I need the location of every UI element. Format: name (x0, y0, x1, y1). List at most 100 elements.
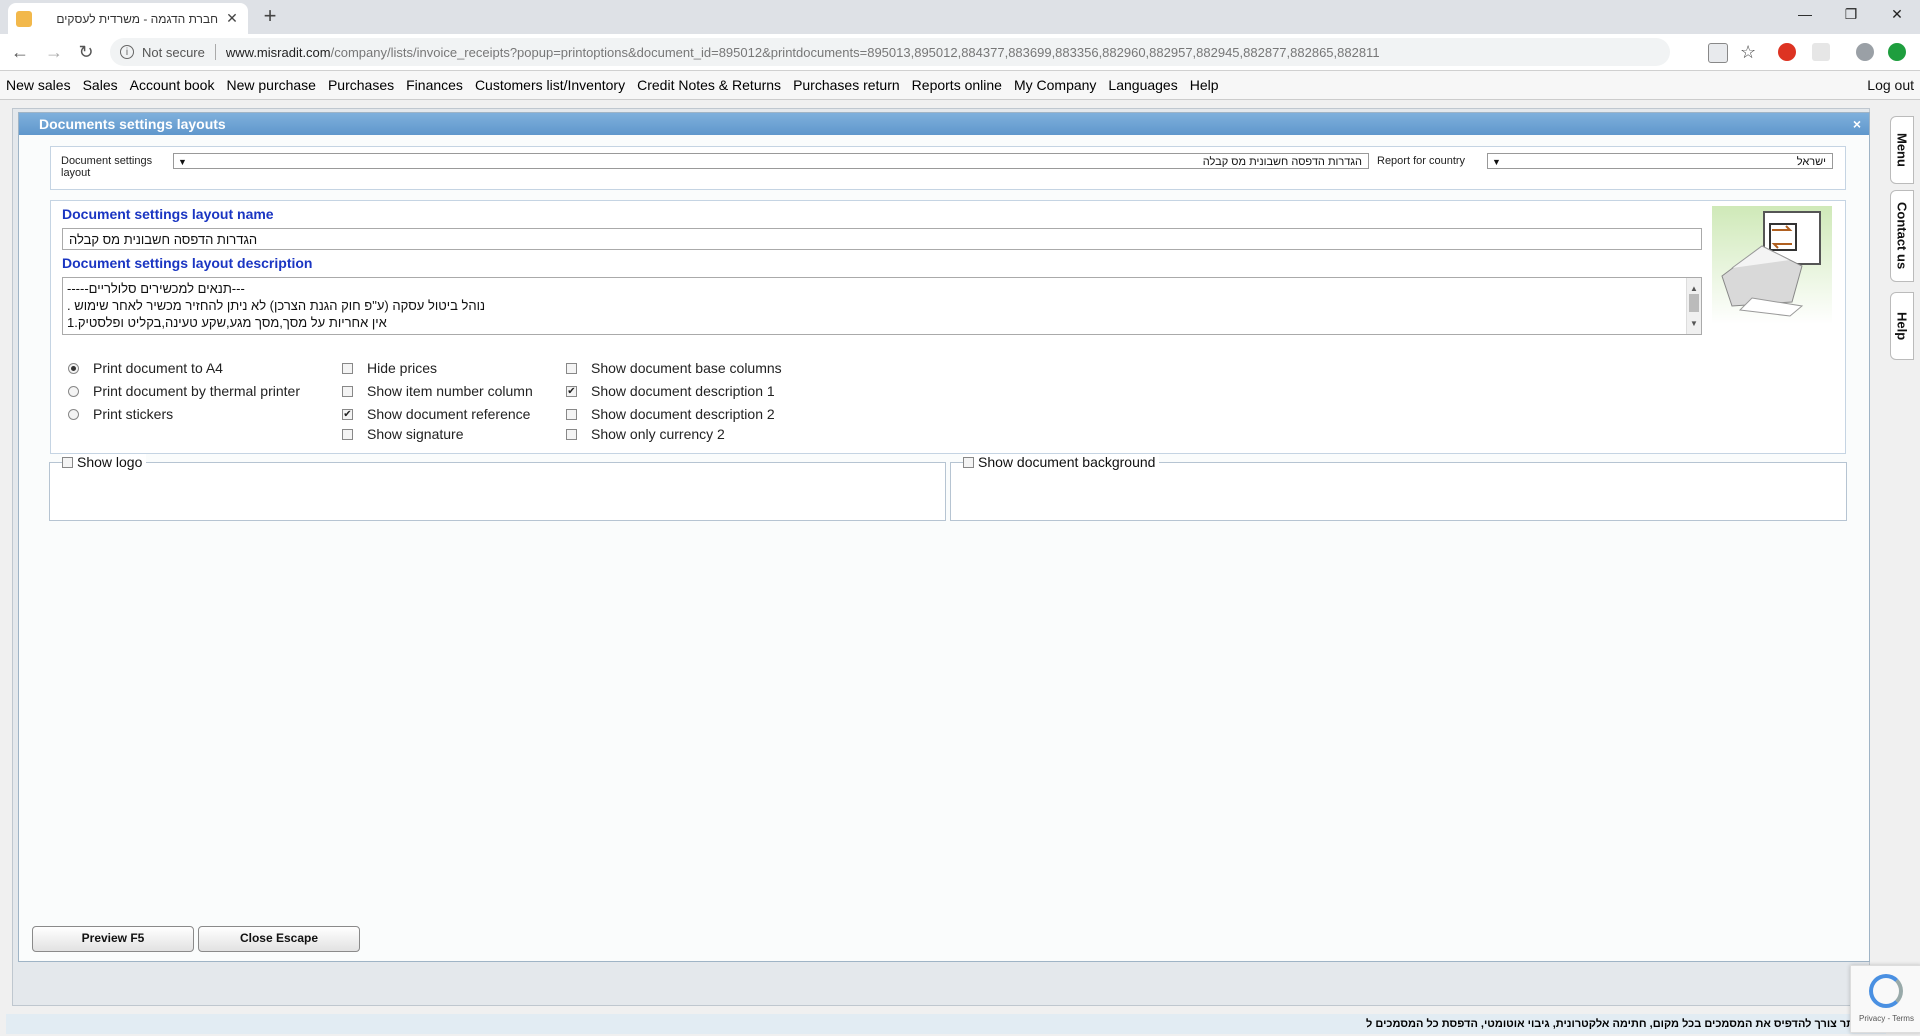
menu-purchases-return[interactable]: Purchases return (793, 77, 900, 93)
menu-new-purchase[interactable]: New purchase (226, 77, 316, 93)
description-2-checkbox[interactable] (566, 408, 577, 420)
menu-my-company[interactable]: My Company (1014, 77, 1096, 93)
base-columns-option[interactable]: Show document base columns (566, 360, 782, 376)
reload-button[interactable]: ↻ (74, 40, 98, 64)
description-line: נוהל ביטול עסקה (ע"פ חוק הגנת הצרכן) לא … (67, 298, 486, 313)
item-number-label: Show item number column (367, 383, 533, 399)
print-stickers-radio[interactable] (68, 408, 79, 420)
menu-sales[interactable]: Sales (83, 77, 118, 93)
url-field[interactable]: i Not secure www.misradit.com/company/li… (110, 38, 1670, 66)
menu-account-book[interactable]: Account book (130, 77, 215, 93)
doc-reference-option[interactable]: ✔ Show document reference (342, 406, 530, 422)
description-2-option[interactable]: Show document description 2 (566, 406, 775, 422)
tab-title: חברת הדגמה - משרדית לעסקים (56, 11, 218, 26)
minimize-button[interactable]: — (1782, 0, 1828, 30)
scroll-thumb[interactable] (1689, 294, 1699, 312)
hide-prices-checkbox[interactable] (342, 362, 353, 374)
recaptcha-badge[interactable]: Privacy - Terms (1850, 965, 1920, 1033)
country-select[interactable]: ▼ ישראל (1487, 153, 1833, 169)
menu-languages[interactable]: Languages (1108, 77, 1177, 93)
dialog-close-icon[interactable]: × (1853, 113, 1861, 135)
print-thermal-option[interactable]: Print document by thermal printer (68, 383, 300, 399)
forward-button[interactable]: → (42, 40, 66, 64)
description-1-checkbox[interactable]: ✔ (566, 385, 577, 397)
show-logo-checkbox[interactable] (62, 456, 73, 468)
printer-icon (1712, 206, 1832, 324)
show-logo-fieldset: Show logo (49, 454, 946, 521)
menu-credit-notes[interactable]: Credit Notes & Returns (637, 77, 781, 93)
omnibox-divider (214, 44, 216, 60)
bookmark-star-icon[interactable]: ☆ (1740, 43, 1758, 61)
tab-close-icon[interactable]: ✕ (224, 10, 240, 27)
show-background-fieldset: Show document background (950, 454, 1847, 521)
doc-reference-label: Show document reference (367, 406, 531, 422)
layout-description-textarea[interactable]: ---תנאים למכשירים סלולריים----- נוהל ביט… (62, 277, 1702, 335)
scroll-down-icon[interactable]: ▼ (1687, 315, 1701, 332)
menubar-items: New sales Sales Account book New purchas… (6, 71, 1231, 99)
extension-red-icon[interactable] (1778, 43, 1796, 61)
browser-tab[interactable]: חברת הדגמה - משרדית לעסקים ✕ (8, 3, 248, 34)
description-2-label: Show document description 2 (591, 406, 775, 422)
info-icon[interactable]: i (120, 45, 134, 59)
base-columns-label: Show document base columns (591, 360, 782, 376)
menu-customers-inventory[interactable]: Customers list/Inventory (475, 77, 625, 93)
item-number-checkbox[interactable] (342, 385, 353, 397)
print-stickers-label: Print stickers (93, 406, 174, 422)
print-a4-option[interactable]: Print document to A4 (68, 360, 223, 376)
description-scrollbar[interactable]: ▲ ▼ (1686, 278, 1701, 334)
translate-icon[interactable] (1708, 43, 1728, 63)
close-button[interactable]: Close Escape (198, 926, 360, 952)
address-bar: ← → ↻ i Not secure www.misradit.com/comp… (0, 34, 1920, 71)
side-tab-contact-us[interactable]: Contact us (1890, 190, 1914, 282)
menu-finances[interactable]: Finances (406, 77, 463, 93)
layout-label: Document settings layout (61, 155, 153, 179)
base-columns-checkbox[interactable] (566, 362, 577, 374)
new-tab-button[interactable]: + (258, 4, 282, 28)
layout-select[interactable]: ▼ הגדרות הדפסה חשבונית מס קבלה (173, 153, 1369, 169)
show-logo-legend[interactable]: Show logo (62, 454, 147, 470)
country-select-value: ישראל (1796, 156, 1826, 168)
layout-name-input[interactable]: הגדרות הדפסה חשבונית מס קבלה (62, 228, 1702, 250)
menu-new-sales[interactable]: New sales (6, 77, 71, 93)
site-favicon-icon (16, 10, 32, 27)
browser-tabbar: חברת הדגמה - משרדית לעסקים ✕ + — ❐ ✕ (0, 0, 1920, 34)
menu-reports-online[interactable]: Reports online (912, 77, 1002, 93)
only-currency-2-checkbox[interactable] (566, 428, 577, 440)
description-line: אין אחריות על מסך,מסך מגע,שקע טעינה,בקלי… (67, 315, 387, 330)
layout-description-heading: Document settings layout description (62, 255, 313, 271)
print-thermal-label: Print document by thermal printer (93, 383, 300, 399)
signature-option[interactable]: Show signature (342, 426, 464, 442)
menu-purchases[interactable]: Purchases (328, 77, 394, 93)
only-currency-2-label: Show only currency 2 (591, 426, 725, 442)
url-host: www.misradit.com (225, 44, 331, 60)
extension-grey-icon[interactable] (1812, 43, 1830, 61)
restore-button[interactable]: ❐ (1828, 0, 1874, 30)
hide-prices-option[interactable]: Hide prices (342, 360, 437, 376)
preview-button[interactable]: Preview F5 (32, 926, 194, 952)
print-thermal-radio[interactable] (68, 385, 79, 397)
back-button[interactable]: ← (8, 40, 32, 64)
window-close-button[interactable]: ✕ (1874, 0, 1920, 30)
menu-help[interactable]: Help (1190, 77, 1219, 93)
show-background-legend[interactable]: Show document background (963, 454, 1160, 470)
country-label: Report for country (1377, 155, 1466, 167)
side-tab-help[interactable]: Help (1890, 292, 1914, 360)
show-background-checkbox[interactable] (963, 456, 974, 468)
logout-link[interactable]: Log out (1867, 77, 1914, 93)
update-arrow-icon[interactable] (1888, 43, 1906, 61)
dialog-title: Documents settings layouts (39, 116, 226, 132)
print-stickers-option[interactable]: Print stickers (68, 406, 173, 422)
doc-reference-checkbox[interactable]: ✔ (342, 408, 353, 420)
signature-label: Show signature (367, 426, 464, 442)
description-1-label: Show document description 1 (591, 383, 775, 399)
description-1-option[interactable]: ✔ Show document description 1 (566, 383, 775, 399)
only-currency-2-option[interactable]: Show only currency 2 (566, 426, 725, 442)
side-tab-menu[interactable]: Menu (1890, 116, 1914, 184)
item-number-option[interactable]: Show item number column (342, 383, 533, 399)
print-a4-radio[interactable] (68, 362, 79, 374)
recaptcha-privacy-terms[interactable]: Privacy - Terms (1859, 1014, 1914, 1023)
profile-avatar-icon[interactable] (1856, 43, 1874, 61)
signature-checkbox[interactable] (342, 428, 353, 440)
not-secure-label: Not secure (142, 44, 205, 60)
show-background-label: Show document background (978, 454, 1156, 470)
